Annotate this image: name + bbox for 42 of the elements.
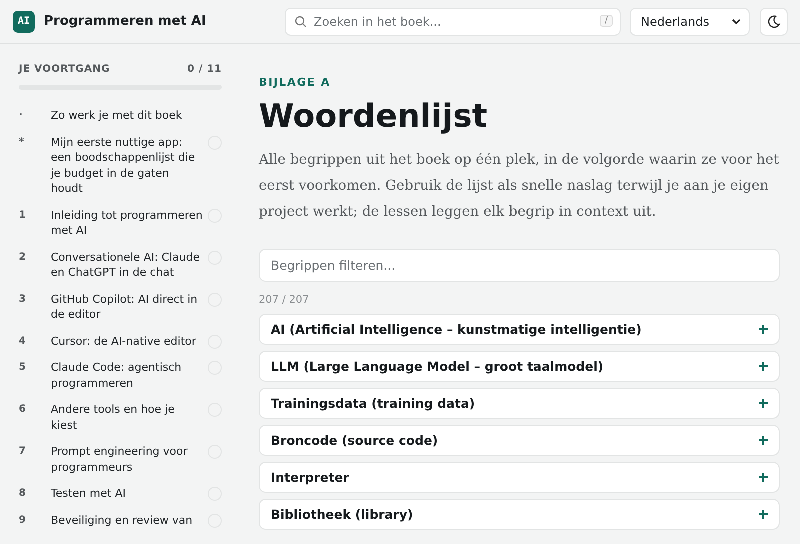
- chapter-number: 4: [19, 334, 27, 348]
- chapter-number: 6: [19, 403, 27, 417]
- glossary-term[interactable]: Bibliotheek (library): [259, 499, 780, 530]
- section-label: BIJLAGE A: [259, 76, 332, 89]
- glossary-term[interactable]: Broncode (source code): [259, 425, 780, 456]
- chapter-link[interactable]: Cursor: de AI-native editor: [51, 334, 204, 349]
- chapter-number: *: [19, 136, 26, 150]
- chapter-link[interactable]: Inleiding tot programmeren met AI: [51, 208, 204, 238]
- filter-field[interactable]: Begrippen filteren...: [259, 249, 780, 282]
- theme-toggle-button[interactable]: [760, 8, 788, 36]
- chapter-link[interactable]: Prompt engineering voor programmeurs: [51, 444, 204, 475]
- glossary-term[interactable]: Interpreter: [259, 462, 780, 493]
- language-select[interactable]: Nederlands: [630, 8, 750, 36]
- result-count: 207 / 207: [259, 294, 310, 306]
- glossary-term[interactable]: Trainingsdata (training data): [259, 388, 780, 419]
- chapter-link[interactable]: Andere tools en hoe je kiest: [51, 402, 204, 433]
- chapter-number: 1: [19, 208, 27, 222]
- chapter-number: 3: [19, 292, 27, 306]
- chapter-number: 7: [19, 445, 27, 459]
- search-icon: [295, 16, 307, 28]
- chapter-link[interactable]: Mijn eerste nuttige app: een boodschappenlijst die je budget in de gaten houdt: [51, 134, 204, 196]
- chapter-number: ·: [19, 109, 24, 123]
- chapter-number: 9: [19, 514, 27, 528]
- site-title: Programmeren met AI: [44, 14, 206, 29]
- glossary-term[interactable]: LLM (Large Language Model – groot taalmodel): [259, 351, 780, 382]
- chevron-icon: [732, 18, 741, 24]
- chapter-link[interactable]: GitHub Copilot: AI direct in de editor: [51, 292, 204, 322]
- chapter-link[interactable]: Beveiliging en review van: [51, 512, 204, 528]
- glossary-term[interactable]: AI (Artificial Intelligence – kunstmatige intelligentie): [259, 314, 780, 345]
- chapter-number: 2: [19, 250, 27, 264]
- progress-heading: JE VOORTGANG: [19, 64, 110, 75]
- chapter-number: 8: [19, 487, 27, 501]
- page-title: Woordenlijst: [259, 96, 489, 137]
- logo-badge: AI: [13, 10, 35, 32]
- chapter-link[interactable]: Claude Code: agentisch programmeren: [51, 360, 204, 391]
- intro-paragraph: Alle begrippen uit het boek op één plek, in de volgorde waarin ze voor het eerst voorkomen. Gebruik de lijst als snelle naslag terwijl je aan je eigen project werkt; de lessen leggen elk begrip in context uit.: [259, 151, 780, 222]
- chapter-link[interactable]: Testen met AI: [51, 486, 204, 502]
- chapter-link[interactable]: Zo werk je met dit boek: [51, 108, 222, 124]
- chapter-number: 5: [19, 361, 27, 375]
- progress-count: 0 / 11: [188, 64, 222, 75]
- chapter-link[interactable]: Conversationele AI: Claude en ChatGPT in de chat: [51, 250, 204, 280]
- moon-icon: [767, 14, 781, 28]
